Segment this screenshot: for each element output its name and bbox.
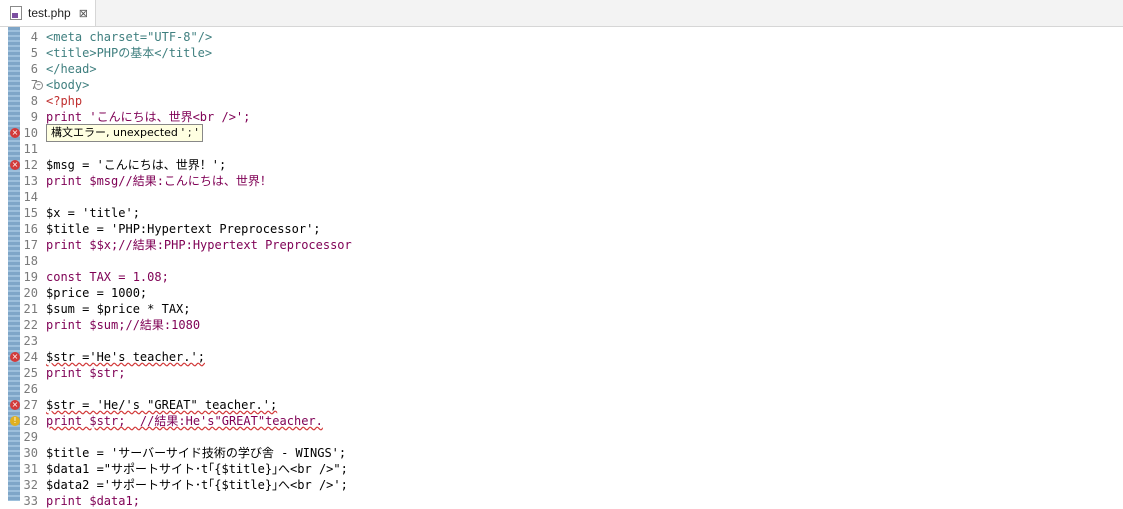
code-text: print $str; //結果:He's"GREAT"teacher. <box>46 413 323 429</box>
line-number: 26 <box>20 381 38 397</box>
line-number: 10 <box>20 125 38 141</box>
code-text: <title>PHPの基本</title> <box>46 45 212 61</box>
line-number: 22 <box>20 317 38 333</box>
code-text: print $$x;//結果:PHP:Hypertext Preprocesso… <box>46 237 352 253</box>
code-text: $sum = $price * TAX; <box>46 301 191 317</box>
code-text: $str = 'He/'s "GREAT" teacher.'; <box>46 397 277 413</box>
line-number: 29 <box>20 429 38 445</box>
code-text: print $sum;//結果:1080 <box>46 317 200 333</box>
line-number: 31 <box>20 461 38 477</box>
close-icon[interactable]: ⊠ <box>79 7 88 20</box>
line-number: 18 <box>20 253 38 269</box>
code-text: <body> <box>46 77 89 93</box>
code-text: <meta charset="UTF-8"/> <box>46 29 212 45</box>
code-text: print 'こんにちは、世界<br />'; <box>46 109 250 125</box>
line-number: 30 <box>20 445 38 461</box>
code-text: const TAX = 1.08; <box>46 269 169 285</box>
line-number: 6 <box>20 61 38 77</box>
code-editor[interactable]: 4 <meta charset="UTF-8"/> 5 <title>PHPの基本</… <box>0 27 1123 501</box>
line-number: 23 <box>20 333 38 349</box>
line-number: 11 <box>20 141 38 157</box>
code-text: print $msg//結果:こんにちは、世界！ <box>46 173 272 189</box>
tab-test-php[interactable]: test.php ⊠ <box>0 0 96 26</box>
code-text: $data2 ='サポートサイト･t｢{$title}｣へ<br />'; <box>46 477 348 493</box>
line-number: 16 <box>20 221 38 237</box>
code-text: </head> <box>46 61 97 77</box>
line-number: 19 <box>20 269 38 285</box>
line-number: 28 <box>20 413 38 429</box>
line-number: 27 <box>20 397 38 413</box>
overview-ruler <box>8 27 20 501</box>
warning-icon[interactable]: ! <box>10 416 20 426</box>
line-number: 21 <box>20 301 38 317</box>
error-tooltip: 構文エラー, unexpected ' ; ' <box>46 124 203 142</box>
line-number: 33 <box>20 493 38 509</box>
line-number: 20 <box>20 285 38 301</box>
error-icon[interactable]: × <box>10 160 20 170</box>
line-number: 32 <box>20 477 38 493</box>
code-text: $title = 'PHP:Hypertext Preprocessor'; <box>46 221 321 237</box>
line-number: 5 <box>20 45 38 61</box>
line-number: 12 <box>20 157 38 173</box>
line-number: 14 <box>20 189 38 205</box>
tab-bar: test.php ⊠ <box>0 0 1123 27</box>
line-number: 17 <box>20 237 38 253</box>
code-text: $msg = 'こんにちは、世界！'; <box>46 157 226 173</box>
code-text: print $data1; <box>46 493 140 509</box>
code-text: $data1 ="サポートサイト･t｢{$title}｣へ<br />"; <box>46 461 348 477</box>
line-number: 4 <box>20 29 38 45</box>
code-text: $price = 1000; <box>46 285 147 301</box>
line-number: 13 <box>20 173 38 189</box>
error-icon[interactable]: × <box>10 400 20 410</box>
code-text: print $str; <box>46 365 125 381</box>
line-number: 8 <box>20 93 38 109</box>
fold-toggle-icon[interactable]: − <box>34 81 43 90</box>
line-number: 25 <box>20 365 38 381</box>
error-icon[interactable]: × <box>10 128 20 138</box>
code-text: $title = 'サーバーサイド技術の学び舎 - WINGS'; <box>46 445 346 461</box>
error-icon[interactable]: × <box>10 352 20 362</box>
line-number: 9 <box>20 109 38 125</box>
code-text: $x = 'title'; <box>46 205 140 221</box>
code-text: $str ='He's teacher.'; <box>46 349 205 365</box>
tab-label: test.php <box>28 6 71 20</box>
line-number: 24 <box>20 349 38 365</box>
line-number: 15 <box>20 205 38 221</box>
code-text: <?php <box>46 93 82 109</box>
php-file-icon <box>10 6 22 20</box>
